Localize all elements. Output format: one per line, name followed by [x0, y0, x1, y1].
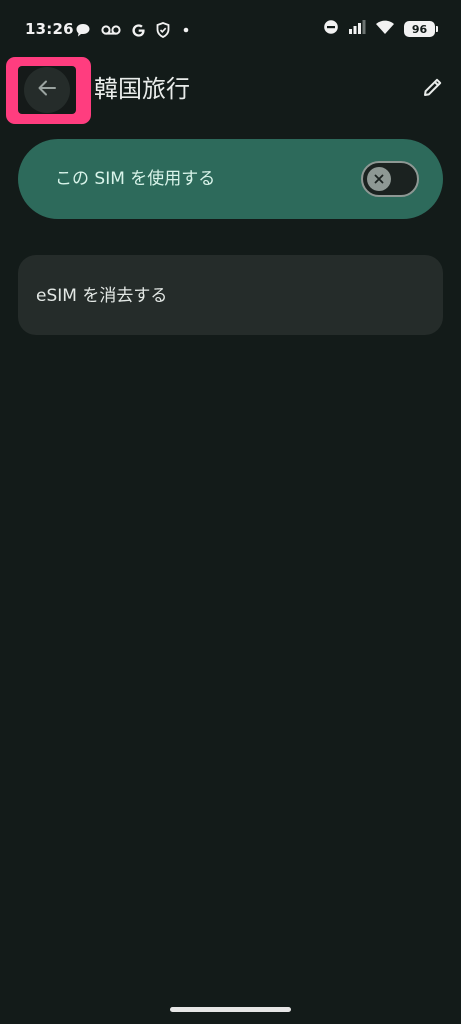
edit-name-button[interactable]: [416, 72, 450, 106]
close-icon: [373, 170, 385, 189]
use-sim-row[interactable]: この SIM を使用する: [18, 139, 443, 219]
toggle-thumb: [367, 167, 391, 191]
use-sim-label: この SIM を使用する: [55, 169, 216, 189]
system-icons: 96: [323, 19, 438, 39]
shield-icon: [156, 22, 170, 38]
google-icon: [131, 23, 146, 38]
notification-icons: [75, 20, 192, 40]
pencil-icon: [422, 76, 444, 102]
cellular-signal-icon: [348, 19, 366, 39]
erase-esim-row[interactable]: eSIM を消去する: [18, 255, 443, 335]
status-time: 13:26: [25, 20, 74, 38]
use-sim-toggle[interactable]: [361, 161, 419, 197]
back-button[interactable]: [18, 66, 76, 114]
voicemail-icon: [101, 23, 121, 37]
gesture-nav-bar[interactable]: [170, 1007, 291, 1012]
erase-esim-label: eSIM を消去する: [36, 286, 168, 306]
battery-level: 96: [411, 22, 428, 36]
do-not-disturb-icon: [323, 19, 339, 39]
battery-icon: 96: [404, 21, 438, 37]
arrow-back-icon: [36, 77, 58, 103]
dot-icon: [180, 24, 192, 36]
wifi-icon: [375, 19, 395, 39]
chat-bubble-icon: [75, 22, 91, 38]
status-bar: 13:26 96: [0, 0, 461, 58]
back-button-ripple: [24, 67, 70, 113]
page-title: 韓国旅行: [94, 75, 190, 103]
